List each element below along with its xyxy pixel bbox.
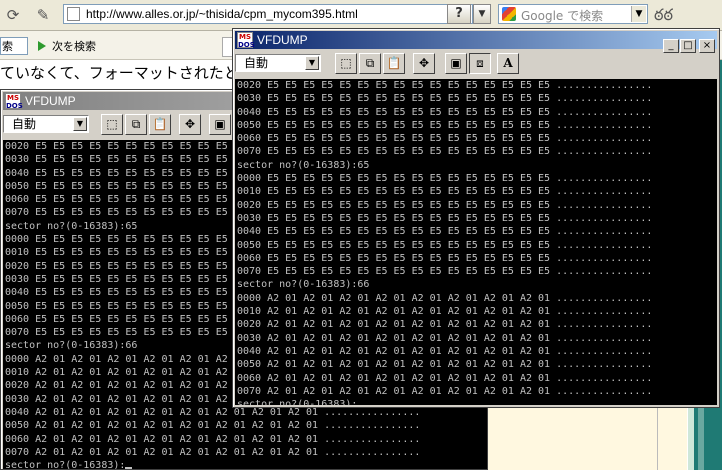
paste-icon: 📋 — [386, 56, 402, 70]
console-line: 0060 A2 01 A2 01 A2 01 A2 01 A2 01 A2 01… — [5, 433, 421, 445]
search-input[interactable]: Google で検索 ▼ — [498, 4, 648, 24]
console-line: 0070 A2 01 A2 01 A2 01 A2 01 A2 01 A2 01… — [237, 385, 653, 397]
font-select[interactable]: 自動 ▼ — [235, 54, 321, 72]
console-line: 0050 A2 01 A2 01 A2 01 A2 01 A2 01 A2 01… — [237, 359, 653, 371]
copy-button[interactable]: ⧉ — [359, 53, 381, 74]
window-title: VFDUMP — [25, 94, 76, 108]
font-button[interactable]: A — [497, 53, 519, 74]
console-line: sector no?(0-16383):66 — [237, 279, 370, 291]
console-line: 0070 E5 E5 E5 E5 E5 E5 E5 E5 E5 E5 E5 E5… — [237, 146, 653, 158]
background-icon: ⧈ — [476, 56, 484, 70]
console-line: 0000 A2 01 A2 01 A2 01 A2 01 A2 01 A2 01… — [237, 292, 653, 304]
console-line: 0060 E5 E5 E5 E5 E5 E5 E5 E5 E5 E5 E5 E5… — [237, 252, 653, 264]
paste-button[interactable]: 📋 — [149, 114, 171, 135]
console-line: 0010 E5 E5 E5 E5 E5 E5 E5 E5 E5 E5 E5 E5… — [237, 186, 653, 198]
fullscreen-icon: ✥ — [184, 117, 196, 131]
console-line: 0060 A2 01 A2 01 A2 01 A2 01 A2 01 A2 01… — [237, 372, 653, 384]
page-sidebar — [487, 408, 687, 470]
mark-button[interactable]: ⬚ — [335, 53, 357, 74]
help-button[interactable]: ? — [447, 4, 471, 24]
copy-icon: ⧉ — [365, 56, 375, 70]
console-line: 0050 A2 01 A2 01 A2 01 A2 01 A2 01 A2 01… — [5, 420, 421, 432]
chevron-down-icon[interactable]: ▼ — [73, 117, 87, 131]
play-icon — [38, 41, 46, 51]
pen-icon[interactable]: ✎ — [32, 4, 54, 26]
console-cursor — [125, 467, 133, 469]
msdos-icon[interactable]: MS DOS — [237, 32, 255, 49]
msdos-icon[interactable]: MS DOS — [5, 93, 23, 110]
fullscreen-button[interactable]: ✥ — [179, 114, 201, 135]
mark-icon: ⬚ — [340, 56, 352, 70]
fullscreen-button[interactable]: ✥ — [413, 53, 435, 74]
console-line: sector no?(0-16383): — [237, 398, 717, 405]
console-line: 0030 E5 E5 E5 E5 E5 E5 E5 E5 E5 E5 E5 E5… — [237, 212, 653, 224]
properties-icon: ▣ — [450, 56, 462, 70]
console-line: 0050 E5 E5 E5 E5 E5 E5 E5 E5 E5 E5 E5 E5… — [237, 239, 653, 251]
console-line: sector no?(0-16383):65 — [237, 159, 370, 171]
console-line: 0000 E5 E5 E5 E5 E5 E5 E5 E5 E5 E5 E5 E5… — [237, 173, 653, 185]
console-line: 0040 E5 E5 E5 E5 E5 E5 E5 E5 E5 E5 E5 E5… — [237, 226, 653, 238]
google-icon — [502, 7, 516, 21]
console-line: 0010 A2 01 A2 01 A2 01 A2 01 A2 01 A2 01… — [237, 306, 653, 318]
copy-button[interactable]: ⧉ — [125, 114, 147, 135]
font-select-value: 自動 — [244, 56, 269, 70]
properties-button[interactable]: ▣ — [445, 53, 467, 74]
paste-button[interactable]: 📋 — [383, 53, 405, 74]
title-bar[interactable]: MS DOS VFDUMP _ □ × — [235, 31, 717, 53]
console-line: 0070 A2 01 A2 01 A2 01 A2 01 A2 01 A2 01… — [5, 446, 421, 458]
font-select-value: 自動 — [12, 117, 37, 131]
mark-button[interactable]: ⬚ — [101, 114, 123, 135]
console-line: 0020 A2 01 A2 01 A2 01 A2 01 A2 01 A2 01… — [237, 319, 653, 331]
copy-icon: ⧉ — [131, 117, 141, 131]
console-line: 0070 E5 E5 E5 E5 E5 E5 E5 E5 E5 E5 E5 E5… — [237, 266, 653, 278]
console-output[interactable]: 0020 E5 E5 E5 E5 E5 E5 E5 E5 E5 E5 E5 E5… — [235, 79, 717, 405]
chevron-down-icon[interactable]: ▼ — [473, 4, 491, 24]
find-next-button[interactable]: 次を検索 — [38, 38, 96, 54]
page-text: ていなくて、フォーマットされたときの — [0, 64, 269, 82]
toolbar: 自動 ▼ ⬚ ⧉ 📋 ✥ ▣ ⧈ A — [235, 50, 717, 76]
vfdump-window-front[interactable]: MS DOS VFDUMP _ □ × 自動 ▼ ⬚ ⧉ 📋 ✥ ▣ ⧈ A 0020 … — [232, 28, 720, 408]
console-line: 0050 E5 E5 E5 E5 E5 E5 E5 E5 E5 E5 E5 E5… — [237, 119, 653, 131]
properties-icon: ▣ — [214, 117, 226, 131]
glasses-icon[interactable]: ఠఠ — [654, 5, 673, 28]
console-line: sector no?(0-16383): — [5, 459, 487, 469]
console-line: 0040 A2 01 A2 01 A2 01 A2 01 A2 01 A2 01… — [237, 345, 653, 357]
search-placeholder: Google で検索 — [521, 9, 604, 23]
address-url: http://www.alles.or.jp/~thisida/cpm_myco… — [86, 7, 358, 21]
browser-toolbar: ⟳ ✎ http://www.alles.or.jp/~thisida/cpm_… — [0, 0, 722, 31]
font-select[interactable]: 自動 ▼ — [3, 115, 89, 133]
mark-icon: ⬚ — [106, 117, 118, 131]
console-line: 0040 E5 E5 E5 E5 E5 E5 E5 E5 E5 E5 E5 E5… — [237, 106, 653, 118]
fullscreen-icon: ✥ — [418, 56, 430, 70]
console-line: 0030 E5 E5 E5 E5 E5 E5 E5 E5 E5 E5 E5 E5… — [237, 93, 653, 105]
page-icon — [67, 7, 80, 21]
chevron-down-icon[interactable]: ▼ — [305, 56, 319, 70]
search-dropdown-icon[interactable]: ▼ — [631, 6, 646, 22]
paste-icon: 📋 — [152, 117, 168, 131]
window-title: VFDUMP — [257, 33, 308, 47]
find-next-label: 次を検索 — [52, 40, 96, 53]
console-line: 0020 E5 E5 E5 E5 E5 E5 E5 E5 E5 E5 E5 E5… — [237, 80, 653, 91]
console-line: 0020 E5 E5 E5 E5 E5 E5 E5 E5 E5 E5 E5 E5… — [237, 199, 653, 211]
console-line: 0060 E5 E5 E5 E5 E5 E5 E5 E5 E5 E5 E5 E5… — [237, 133, 653, 145]
find-input[interactable]: 索 — [0, 37, 28, 55]
console-line: 0030 A2 01 A2 01 A2 01 A2 01 A2 01 A2 01… — [237, 332, 653, 344]
caption-buttons: _ □ × — [662, 33, 715, 53]
background-button[interactable]: ⧈ — [469, 53, 491, 74]
refresh-icon[interactable]: ⟳ — [2, 4, 24, 26]
properties-button[interactable]: ▣ — [209, 114, 231, 135]
address-bar[interactable]: http://www.alles.or.jp/~thisida/cpm_myco… — [63, 4, 473, 24]
